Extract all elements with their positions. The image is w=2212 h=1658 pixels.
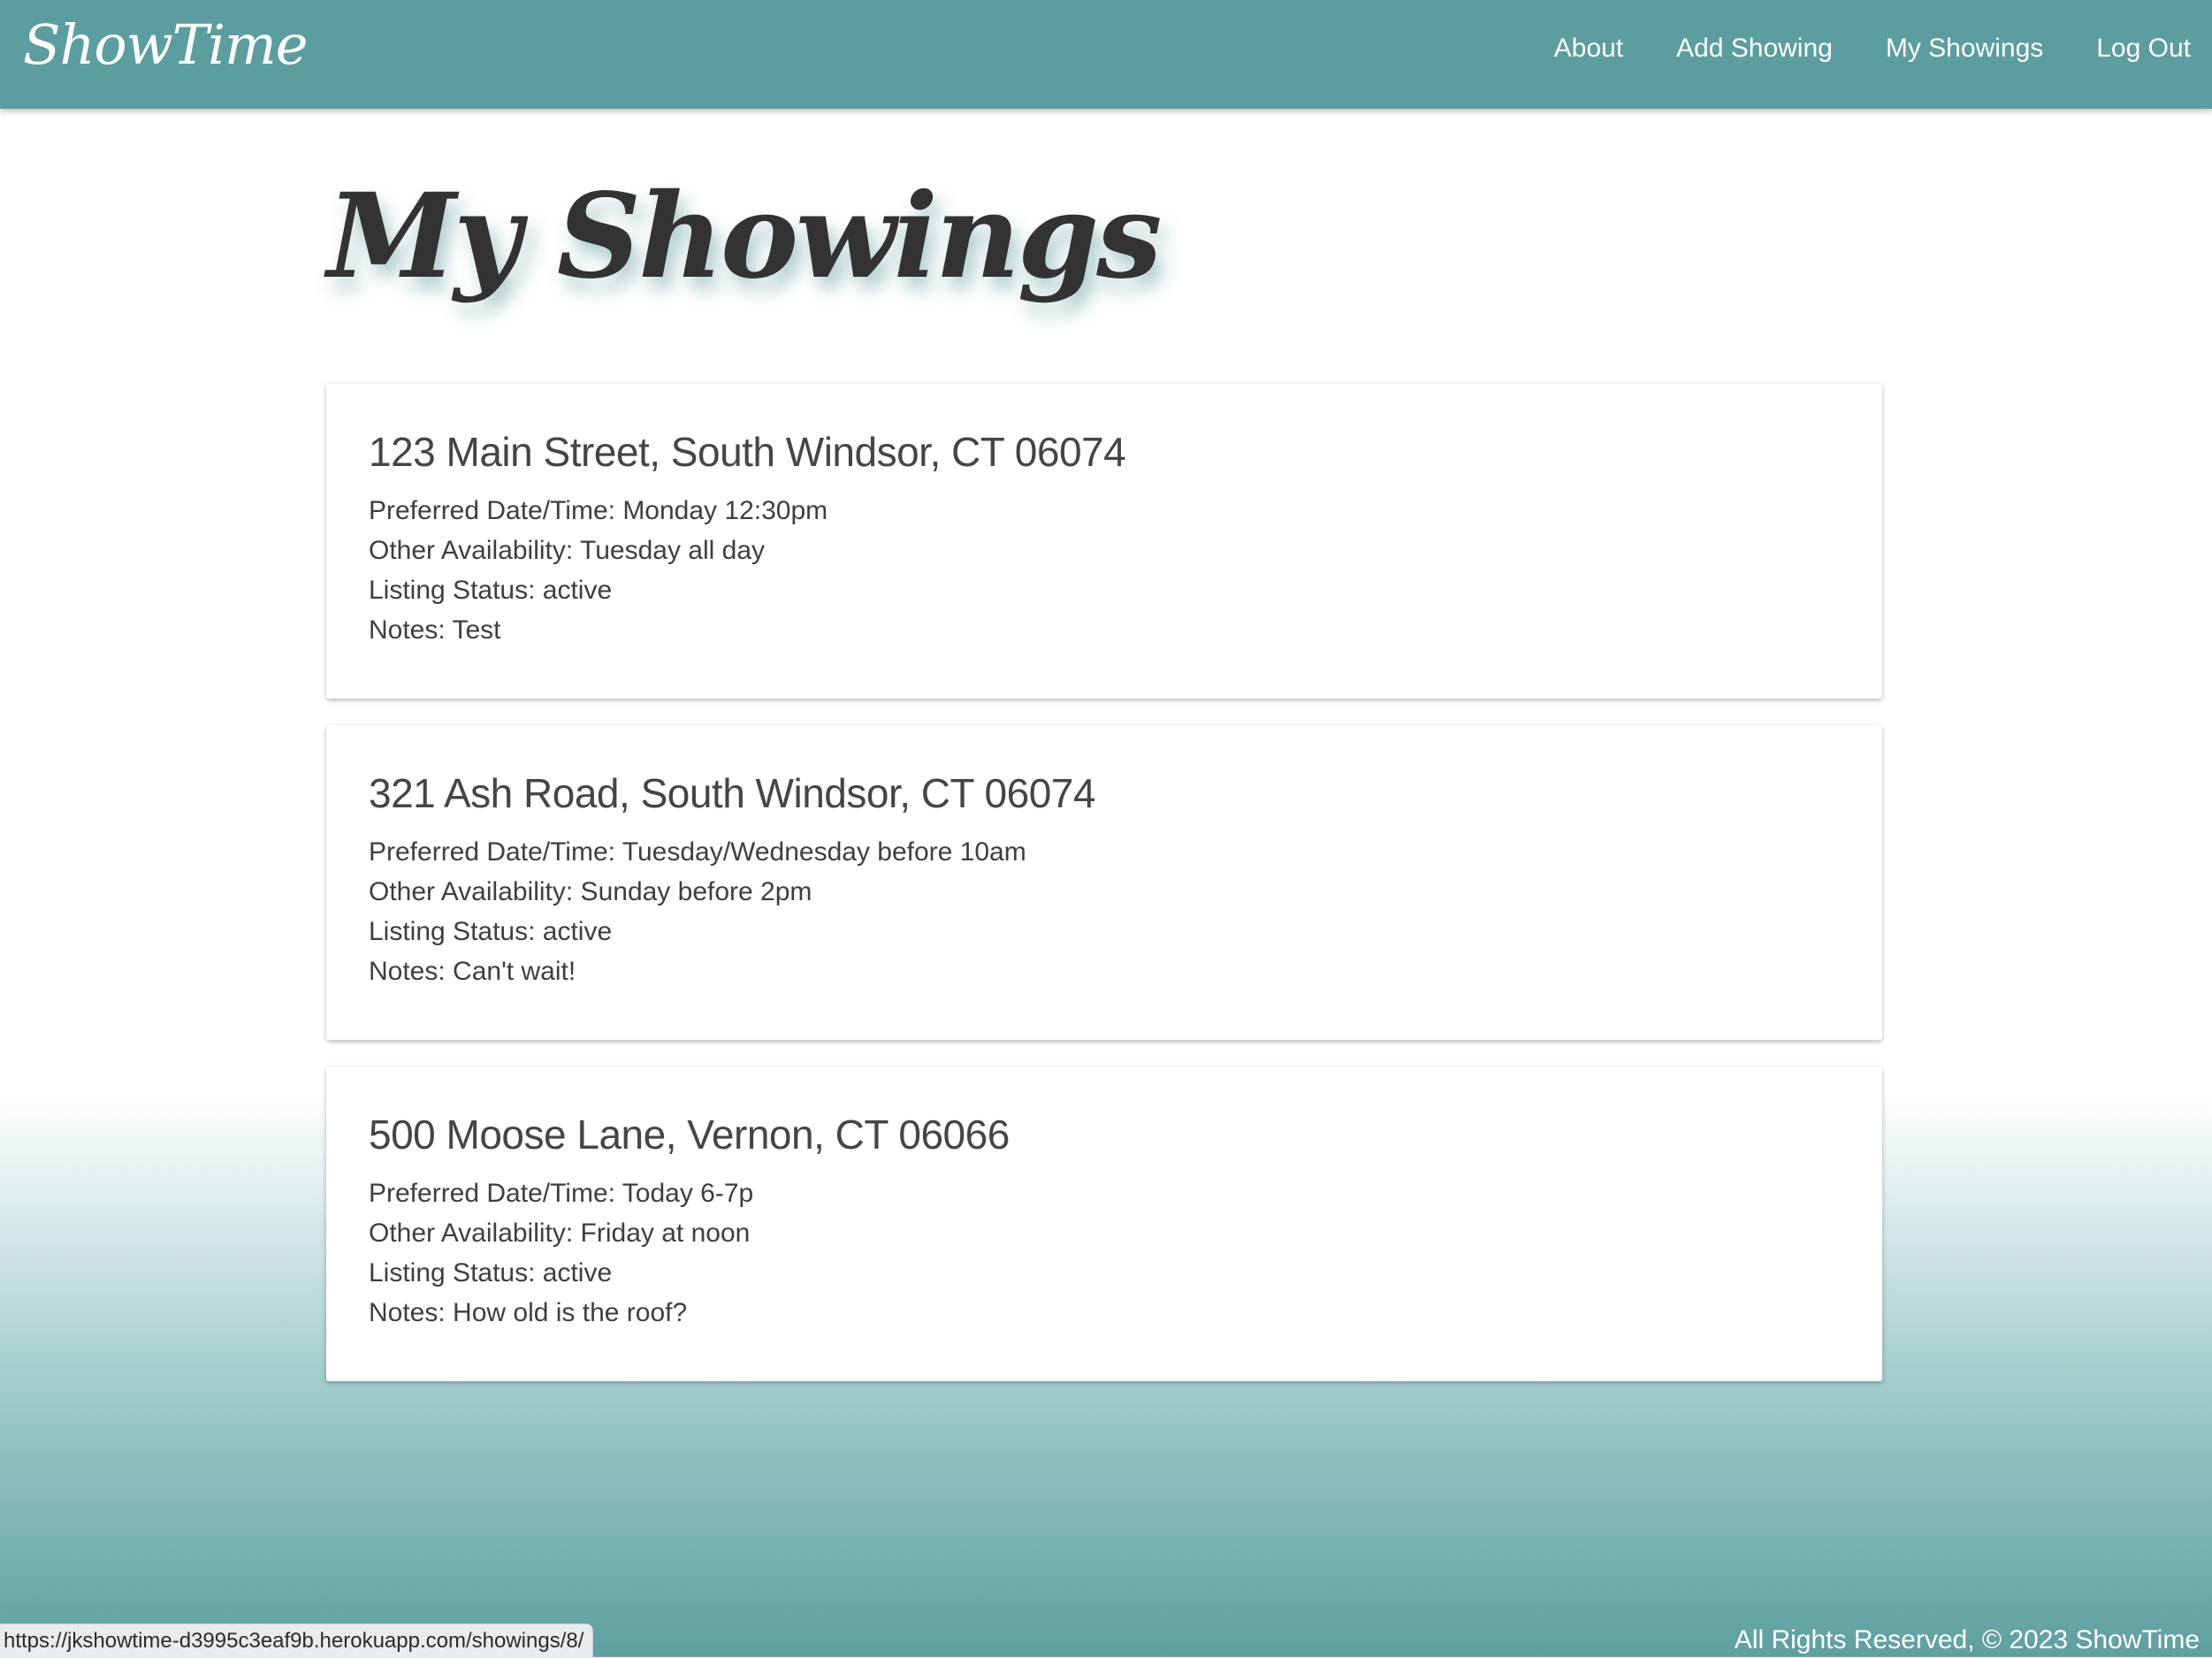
- browser-status-url: https://jkshowtime-d3995c3eaf9b.herokuap…: [0, 1624, 594, 1658]
- showing-details: Preferred Date/Time: Monday 12:30pm Othe…: [369, 491, 1840, 650]
- nav-link-add-showing[interactable]: Add Showing: [1676, 34, 1833, 64]
- nav-links: About Add Showing My Showings Log Out: [1554, 34, 2191, 64]
- showing-address[interactable]: 321 Ash Road, South Windsor, CT 06074: [369, 725, 1840, 818]
- top-navbar: ShowTime About Add Showing My Showings L…: [0, 0, 2212, 109]
- showing-details: Preferred Date/Time: Tuesday/Wednesday b…: [369, 832, 1840, 991]
- showing-listing-status: Listing Status: active: [369, 576, 613, 606]
- showing-preferred-time: Preferred Date/Time: Tuesday/Wednesday b…: [369, 837, 1026, 867]
- nav-link-about[interactable]: About: [1554, 34, 1623, 64]
- showing-details: Preferred Date/Time: Today 6-7p Other Av…: [369, 1173, 1840, 1333]
- showing-other-availability: Other Availability: Sunday before 2pm: [369, 877, 812, 907]
- showing-preferred-time: Preferred Date/Time: Monday 12:30pm: [369, 496, 828, 526]
- nav-link-log-out[interactable]: Log Out: [2096, 34, 2191, 64]
- showing-other-availability: Other Availability: Friday at noon: [369, 1219, 751, 1249]
- showing-card[interactable]: 321 Ash Road, South Windsor, CT 06074 Pr…: [326, 725, 1882, 1040]
- showing-card[interactable]: 500 Moose Lane, Vernon, CT 06066 Preferr…: [326, 1066, 1882, 1381]
- brand-logo-link[interactable]: ShowTime: [23, 12, 308, 77]
- nav-link-my-showings[interactable]: My Showings: [1886, 34, 2043, 64]
- showing-other-availability: Other Availability: Tuesday all day: [369, 536, 766, 566]
- showing-listing-status: Listing Status: active: [369, 917, 613, 947]
- showing-card[interactable]: 123 Main Street, South Windsor, CT 06074…: [326, 384, 1882, 699]
- footer-copyright: All Rights Reserved, © 2023 ShowTime: [1734, 1625, 2200, 1654]
- showing-notes: Notes: Can't wait!: [369, 957, 576, 987]
- showing-address[interactable]: 500 Moose Lane, Vernon, CT 06066: [369, 1066, 1840, 1159]
- showing-address[interactable]: 123 Main Street, South Windsor, CT 06074: [369, 384, 1840, 477]
- showing-listing-status: Listing Status: active: [369, 1258, 613, 1288]
- showing-notes: Notes: How old is the roof?: [369, 1298, 688, 1328]
- showing-preferred-time: Preferred Date/Time: Today 6-7p: [369, 1179, 754, 1209]
- page-title: My Showings: [327, 168, 1162, 305]
- showing-notes: Notes: Test: [369, 615, 501, 646]
